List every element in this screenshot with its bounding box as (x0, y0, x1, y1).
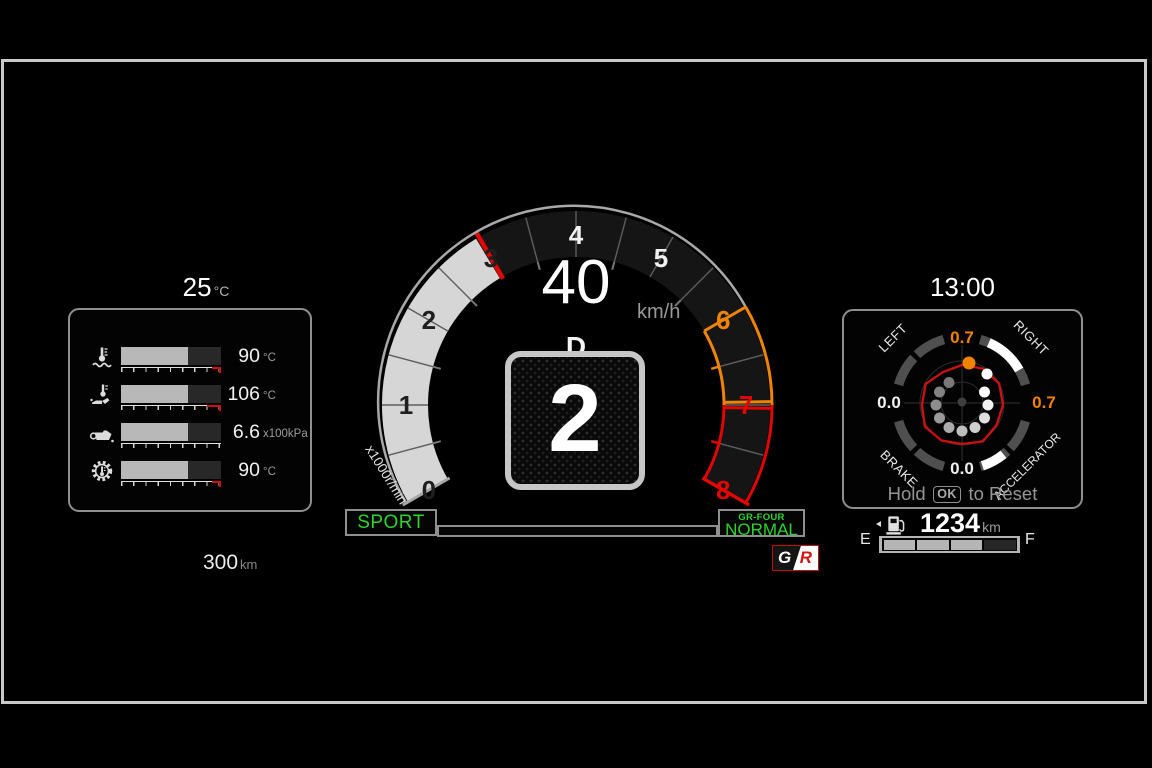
fuel-pump-icon (884, 513, 907, 537)
ambient-temperature-unit: °C (214, 283, 230, 299)
fuel-gauge (879, 536, 1020, 553)
g-meter-current-dot (963, 357, 976, 370)
vitals-panel: 90 °C 106 °C (68, 308, 312, 512)
oil-temperature-unit: °C (263, 390, 276, 402)
speed-unit: km/h (637, 301, 680, 324)
awd-mode-value: NORMAL (720, 522, 803, 537)
coolant-temperature-icon (88, 343, 116, 371)
awd-mode-badge: GR-FOUR NORMAL (718, 509, 805, 537)
vital-row-coolant: 90 °C (70, 346, 310, 384)
gr-logo-letter-r: R (800, 548, 812, 568)
ambient-temperature-value: 25 (183, 272, 212, 302)
tach-tick-2: 2 (422, 305, 436, 335)
g-value-top: 0.7 (950, 328, 974, 347)
tach-tick-4: 4 (569, 220, 584, 250)
reset-hint-post: to Reset (968, 483, 1037, 505)
tach-rpm-fill (405, 259, 488, 491)
oil-pressure-scale (121, 443, 221, 450)
mode-connector-bar (437, 525, 718, 537)
fuel-segment (884, 540, 916, 550)
transmission-temperature-unit: °C (263, 466, 276, 478)
tach-tick-7: 7 (739, 390, 753, 420)
g-value-right: 0.7 (1032, 393, 1056, 412)
tach-tick-8: 8 (716, 475, 730, 505)
cruising-range-unit: km (240, 557, 257, 572)
gear-indicator: 2 (505, 351, 645, 490)
g-meter-active-arc-right (989, 343, 1019, 370)
gr-logo-letter-g: G (778, 548, 791, 568)
g-value-left: 0.0 (877, 393, 901, 412)
transmission-temperature-value: 90 (180, 460, 260, 480)
fuel-segment (984, 540, 1016, 550)
distance-to-empty-unit: km (982, 519, 1001, 535)
oil-pressure-unit: x100kPa (263, 428, 308, 440)
fuel-door-arrow-icon (876, 521, 881, 527)
fuel-segment (917, 540, 949, 550)
fuel-full-label: F (1025, 531, 1035, 549)
clock: 13:00 (842, 272, 1083, 303)
gr-logo: G R (772, 545, 819, 571)
oil-pressure-value: 6.6 (180, 422, 260, 442)
fuel-segment (951, 540, 983, 550)
coolant-temperature-scale (121, 367, 221, 374)
oil-temperature-scale (121, 405, 221, 412)
transmission-temperature-icon (88, 457, 116, 485)
g-value-bottom: 0.0 (950, 459, 974, 478)
distance-to-empty: 1234km (920, 508, 1001, 539)
g-meter-active-arc-accel (982, 454, 1003, 466)
coolant-temperature-unit: °C (263, 352, 276, 364)
oil-temperature-value: 106 (180, 384, 260, 404)
ambient-temperature: 25°C (84, 272, 328, 303)
tach-tick-0: 0 (422, 475, 436, 505)
tach-tick-1: 1 (399, 390, 413, 420)
coolant-temperature-value: 90 (180, 346, 260, 366)
drive-mode-badge: SPORT (345, 509, 437, 536)
cruising-range: 300km (203, 551, 257, 575)
instrument-cluster: 25°C 90 °C (0, 0, 1152, 768)
reset-hint-pre: Hold (888, 483, 926, 505)
fuel-empty-label: E (860, 531, 871, 549)
g-label-left: LEFT (876, 321, 911, 356)
transmission-temperature-scale (121, 481, 221, 488)
oil-temperature-icon (88, 381, 116, 409)
vital-row-transmission: 90 °C (70, 460, 310, 498)
oil-pressure-icon (88, 419, 116, 447)
g-label-right: RIGHT (1011, 317, 1052, 358)
g-monitor-panel: 0.7 0.7 0.0 0.0 LEFT RIGHT BRAKE ACCELER… (842, 309, 1083, 509)
distance-to-empty-value: 1234 (920, 508, 980, 538)
vital-row-oil-temp: 106 °C (70, 384, 310, 422)
current-gear-value: 2 (548, 365, 601, 472)
tach-tick-6: 6 (716, 305, 730, 335)
g-force-meter: 0.7 0.7 0.0 0.0 LEFT RIGHT BRAKE ACCELER… (844, 311, 1085, 511)
ok-button-glyph: OK (933, 486, 962, 503)
reset-hint: Hold OK to Reset (844, 483, 1081, 505)
vital-row-oil-pressure: 6.6 x100kPa (70, 422, 310, 460)
cruising-range-value: 300 (203, 551, 238, 574)
